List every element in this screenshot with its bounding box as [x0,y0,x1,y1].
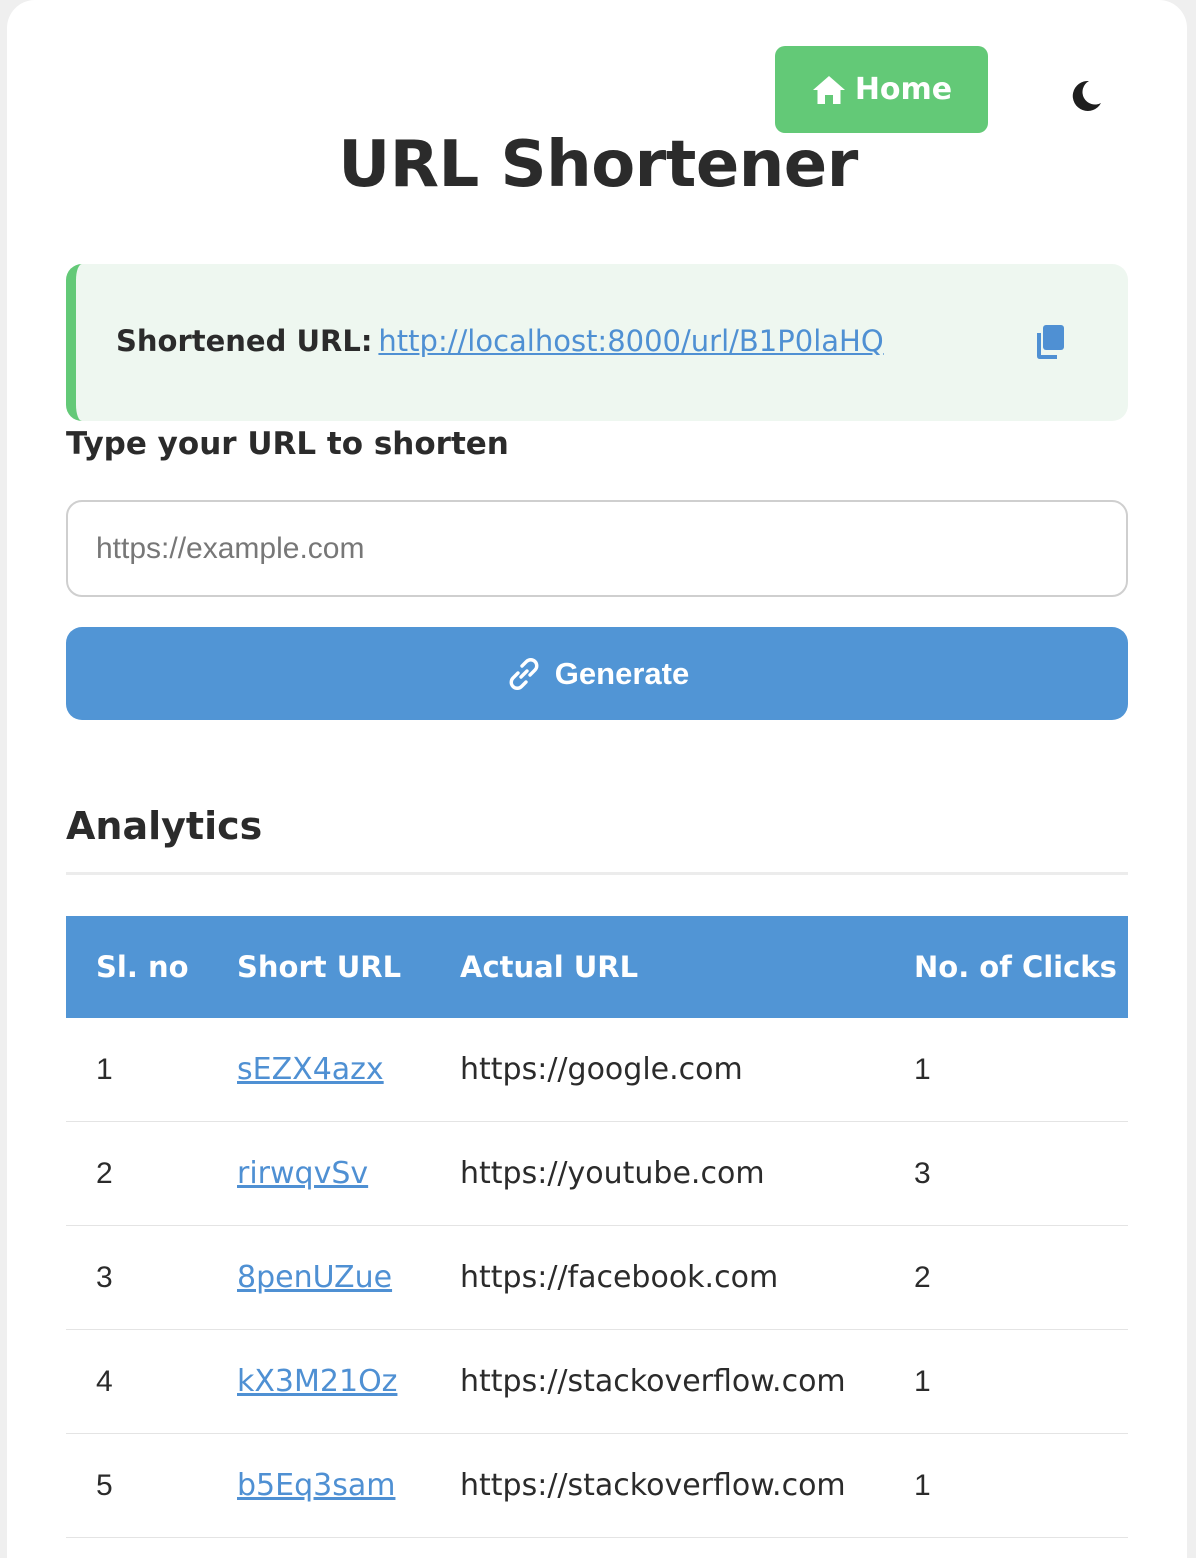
cell-sl-no: 3 [66,1225,237,1330]
copy-button[interactable] [1028,320,1072,364]
table-row: 2 rirwqvSv https://youtube.com 3 [66,1121,1128,1226]
cell-actual-url: https://facebook.com [460,1225,914,1330]
column-header-actual-url: Actual URL [460,916,914,1018]
table-row: 3 8penUZue https://facebook.com 2 [66,1225,1128,1330]
cell-sl-no: 5 [66,1433,237,1538]
column-header-clicks: No. of Clicks [914,916,1128,1018]
page-title: URL Shortener [338,128,858,202]
cell-actual-url: https://stackoverflow.com [460,1329,914,1434]
url-input[interactable] [66,500,1128,597]
table-header-row: Sl. no Short URL Actual URL No. of Click… [66,916,1128,1018]
cell-clicks: 3 [914,1121,1128,1226]
short-url-link[interactable]: rirwqvSv [237,1156,368,1191]
cell-clicks: 1 [914,1018,1128,1122]
shortened-url-label: Shortened URL: [116,324,373,358]
home-button[interactable]: Home [775,46,988,133]
cell-actual-url: https://stackoverflow.com [460,1433,914,1538]
generate-button-label: Generate [554,655,690,691]
column-header-sl-no: Sl. no [66,916,237,1018]
url-input-label: Type your URL to shorten [66,426,509,462]
shortened-url-panel: Shortened URL: http://localhost:8000/url/… [66,264,1128,421]
short-url-link[interactable]: 8penUZue [237,1260,392,1295]
analytics-title: Analytics [66,804,263,848]
cell-sl-no: 1 [66,1018,237,1122]
shortened-url-text: Shortened URL: http://localhost:8000/url/… [116,324,884,358]
shortened-url-link[interactable]: http://localhost:8000/url/B1P0laHQ [378,324,883,358]
analytics-table: Sl. no Short URL Actual URL No. of Click… [66,916,1128,1538]
table-row: 4 kX3M21Oz https://stackoverflow.com 1 [66,1329,1128,1434]
cell-actual-url: https://google.com [460,1018,914,1122]
short-url-link[interactable]: kX3M21Oz [237,1364,397,1399]
short-url-link[interactable]: sEZX4azx [237,1052,384,1087]
cell-clicks: 1 [914,1433,1128,1538]
section-divider [66,872,1128,875]
home-icon [812,75,845,104]
table-row: 1 sEZX4azx https://google.com 1 [66,1018,1128,1122]
cell-actual-url: https://youtube.com [460,1121,914,1226]
cell-sl-no: 2 [66,1121,237,1226]
moon-icon [1072,80,1101,111]
copy-icon [1037,325,1064,359]
home-button-label: Home [854,72,953,107]
cell-sl-no: 4 [66,1329,237,1434]
column-header-short-url: Short URL [237,916,460,1018]
table-row: 5 b5Eq3sam https://stackoverflow.com 1 [66,1433,1128,1538]
short-url-link[interactable]: b5Eq3sam [237,1468,395,1503]
cell-clicks: 2 [914,1225,1128,1330]
link-icon [509,657,539,690]
cell-clicks: 1 [914,1329,1128,1434]
theme-toggle-button[interactable] [1064,74,1108,118]
generate-button[interactable]: Generate [66,627,1128,720]
